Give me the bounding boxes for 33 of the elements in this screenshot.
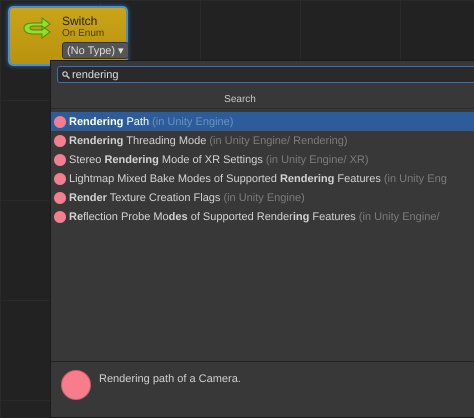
node-title: Switch	[62, 14, 98, 28]
node-subtitle: On Enum	[62, 28, 104, 40]
enum-icon	[54, 116, 66, 128]
type-dropdown[interactable]: (No Type) ▾	[62, 42, 130, 59]
result-item[interactable]: Lightmap Mixed Bake Modes of Supported Rendering Features (in Unity Eng	[51, 169, 474, 188]
item-location: (in Unity Engine/ XR)	[266, 154, 369, 166]
item-label: Rendering Threading Mode	[69, 134, 206, 146]
enum-icon	[54, 192, 66, 204]
enum-icon	[54, 210, 66, 222]
result-item[interactable]: Stereo Rendering Mode of XR Settings (in Unity Engine/ XR)	[51, 150, 474, 169]
item-location: (in Unity Engine)	[223, 192, 305, 204]
search-field[interactable]: rendering	[57, 66, 474, 83]
item-location: (in Unity Engine/ Rendering)	[209, 134, 348, 146]
description-text: Rendering path of a Camera.	[99, 373, 241, 387]
result-item[interactable]: Render Texture Creation Flags (in Unity Engine)	[51, 188, 474, 207]
search-icon	[62, 70, 70, 78]
enum-icon	[54, 134, 66, 146]
result-item[interactable]: Rendering Threading Mode (in Unity Engine/ Rendering)	[51, 131, 474, 150]
result-item[interactable]: Rendering Path (in Unity Engine)	[51, 112, 474, 131]
item-label: Rendering Path	[69, 116, 150, 128]
enum-icon	[61, 370, 91, 400]
item-label: Reflection Probe Modes of Supported Rendering Features	[69, 210, 356, 222]
switch-node[interactable]: Switch On Enum (No Type) ▾	[8, 6, 128, 66]
item-label: Render Texture Creation Flags	[69, 192, 220, 204]
item-location: (in Unity Engine/	[358, 210, 440, 222]
item-location: (in Unity Engine)	[152, 116, 234, 128]
item-label: Stereo Rendering Mode of XR Settings	[69, 154, 263, 166]
item-location: (in Unity Eng	[384, 172, 447, 184]
search-header: Search	[223, 93, 257, 107]
item-label: Lightmap Mixed Bake Modes of Supported Rendering Features	[69, 172, 381, 184]
enum-icon	[54, 172, 66, 184]
result-item[interactable]: Reflection Probe Modes of Supported Rendering Features (in Unity Engine/	[51, 207, 474, 226]
enum-icon	[54, 154, 66, 166]
